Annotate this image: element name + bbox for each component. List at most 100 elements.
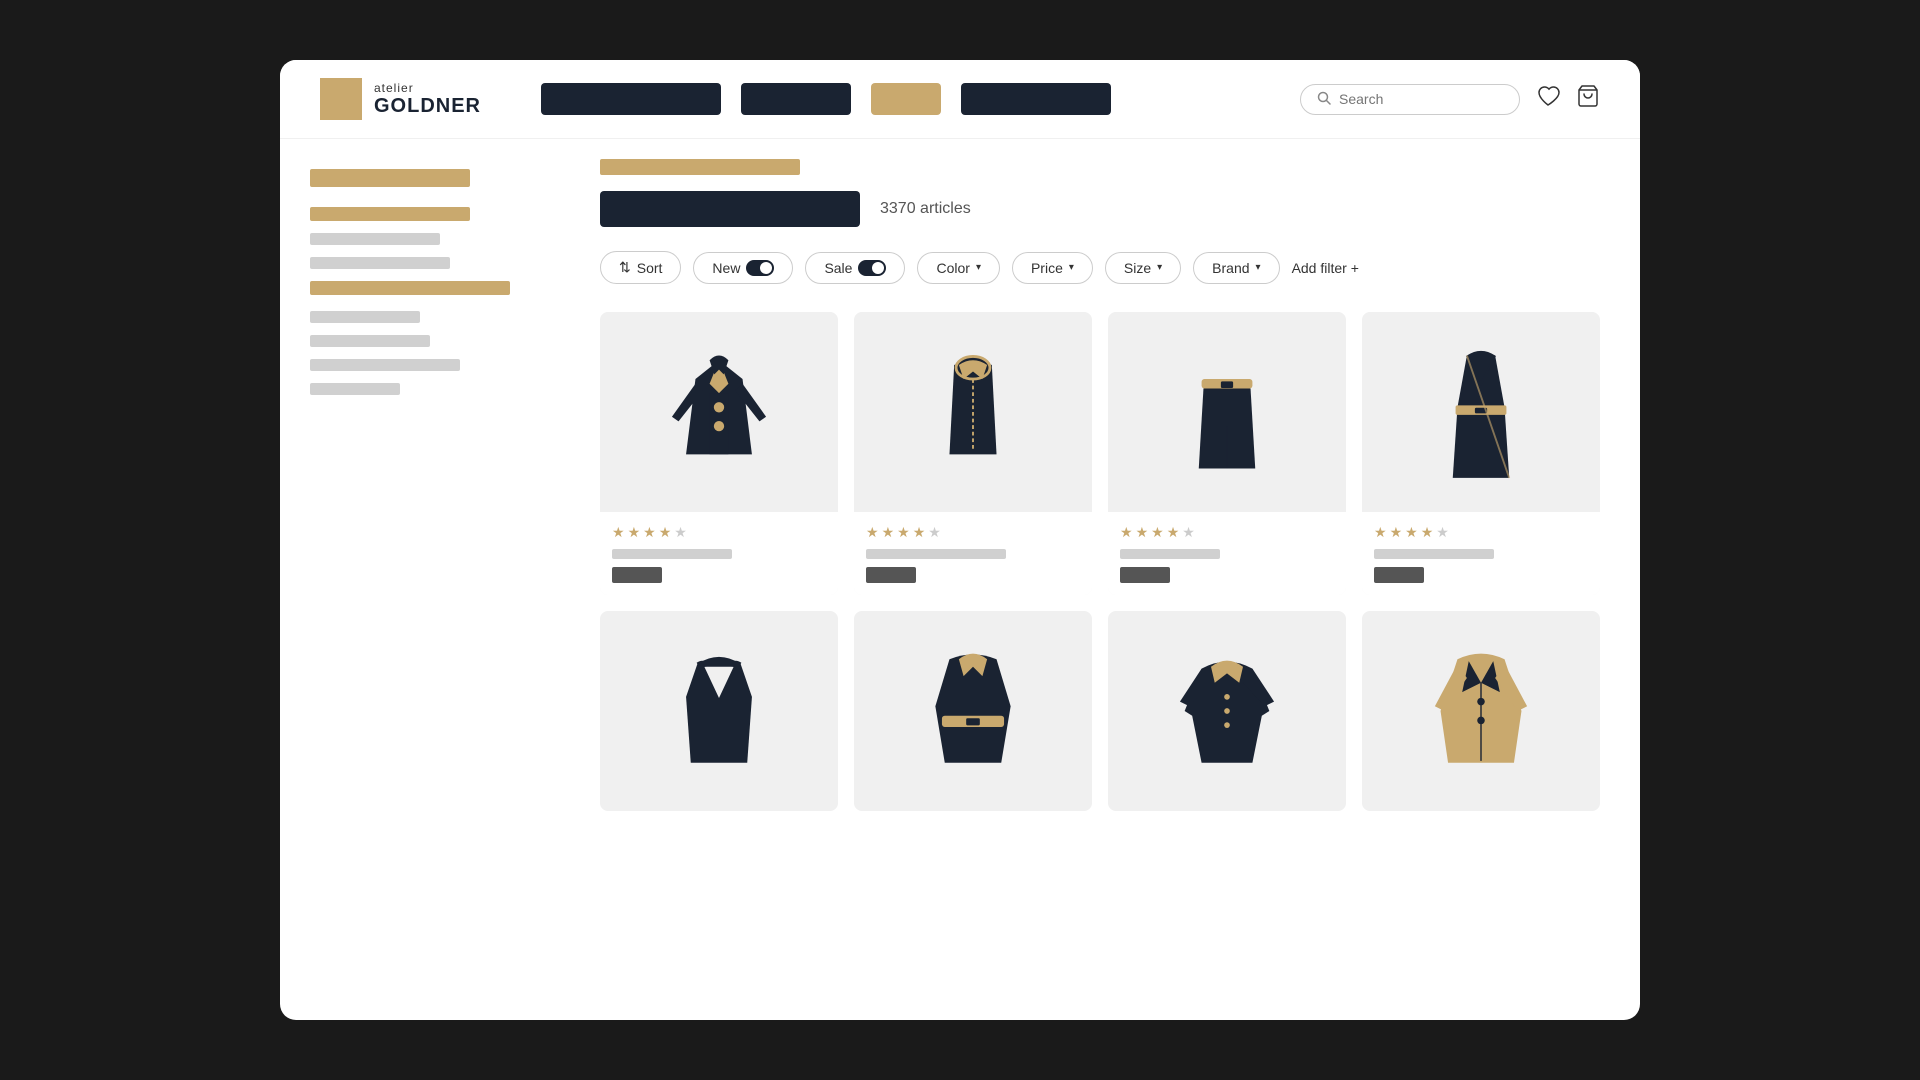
article-count: 3370 articles (880, 200, 971, 218)
product-name-bar-1 (612, 549, 732, 559)
sidebar-title (310, 169, 470, 187)
product-card-7[interactable] (1108, 611, 1346, 811)
add-filter-button[interactable]: Add filter + (1292, 260, 1359, 276)
star-5: ★ (1436, 524, 1449, 541)
product-image-belt-top (854, 611, 1092, 811)
product-image-jacket2 (1362, 611, 1600, 811)
star-3: ★ (643, 524, 656, 541)
sidebar-item-6[interactable] (310, 335, 430, 347)
sale-filter-button[interactable]: Sale (805, 252, 905, 284)
star-5: ★ (1182, 524, 1195, 541)
product-image-vneck (600, 611, 838, 811)
new-toggle[interactable] (746, 260, 774, 276)
product-info-1: ★ ★ ★ ★ ★ (600, 512, 838, 595)
color-label: Color (936, 260, 969, 276)
star-1: ★ (1374, 524, 1387, 541)
product-card-2[interactable]: ★ ★ ★ ★ ★ (854, 312, 1092, 595)
product-price-bar-2 (866, 567, 916, 583)
product-stars-4: ★ ★ ★ ★ ★ (1374, 524, 1588, 541)
product-image-collar (1108, 611, 1346, 811)
wishlist-icon[interactable] (1536, 84, 1560, 114)
nav-item-3[interactable] (871, 83, 941, 115)
page-title (600, 191, 860, 227)
product-image-dress (1362, 312, 1600, 512)
brand-chevron-icon: ▾ (1256, 262, 1261, 273)
brand-label: Brand (1212, 260, 1249, 276)
product-name-bar-2 (866, 549, 1006, 559)
nav-item-4[interactable] (961, 83, 1111, 115)
logo-text: atelier GOLDNER (374, 81, 481, 118)
sidebar-item-7[interactable] (310, 359, 460, 371)
sidebar-item-8[interactable] (310, 383, 400, 395)
product-card-1[interactable]: ★ ★ ★ ★ ★ (600, 312, 838, 595)
star-4: ★ (1167, 524, 1180, 541)
size-label: Size (1124, 260, 1151, 276)
star-3: ★ (1151, 524, 1164, 541)
color-chevron-icon: ▾ (976, 262, 981, 273)
product-card-6[interactable] (854, 611, 1092, 811)
star-3: ★ (1405, 524, 1418, 541)
browser-window: atelier GOLDNER (280, 60, 1640, 1020)
product-image-top (854, 312, 1092, 512)
product-card-3[interactable]: ★ ★ ★ ★ ★ (1108, 312, 1346, 595)
cart-icon[interactable] (1576, 84, 1600, 114)
product-image-blazer (600, 312, 838, 512)
star-5: ★ (928, 524, 941, 541)
search-input[interactable] (1339, 91, 1503, 107)
size-filter-button[interactable]: Size ▾ (1105, 252, 1181, 284)
price-chevron-icon: ▾ (1069, 262, 1074, 273)
sale-label: Sale (824, 260, 852, 276)
price-filter-button[interactable]: Price ▾ (1012, 252, 1093, 284)
product-stars-3: ★ ★ ★ ★ ★ (1120, 524, 1334, 541)
sidebar-item-1[interactable] (310, 207, 470, 221)
product-grid: ★ ★ ★ ★ ★ (600, 312, 1600, 811)
sidebar-item-3[interactable] (310, 257, 450, 269)
search-icon (1317, 91, 1331, 108)
header: atelier GOLDNER (280, 60, 1640, 139)
star-2: ★ (882, 524, 895, 541)
product-price-bar-1 (612, 567, 662, 583)
product-card-4[interactable]: ★ ★ ★ ★ ★ (1362, 312, 1600, 595)
logo-icon (320, 78, 362, 120)
new-label: New (712, 260, 740, 276)
sidebar (280, 139, 560, 1019)
star-2: ★ (1390, 524, 1403, 541)
new-filter-button[interactable]: New (693, 252, 793, 284)
product-name-bar-4 (1374, 549, 1494, 559)
product-price-bar-3 (1120, 567, 1170, 583)
sale-toggle[interactable] (858, 260, 886, 276)
star-2: ★ (628, 524, 641, 541)
search-box[interactable] (1300, 84, 1520, 115)
product-info-2: ★ ★ ★ ★ ★ (854, 512, 1092, 595)
nav-item-1[interactable] (541, 83, 721, 115)
sidebar-item-2[interactable] (310, 233, 440, 245)
main-layout: 3370 articles ⇅ Sort New Sale Color (280, 139, 1640, 1019)
logo-area: atelier GOLDNER (320, 78, 481, 120)
price-label: Price (1031, 260, 1063, 276)
star-2: ★ (1136, 524, 1149, 541)
nav-items (541, 83, 1300, 115)
star-1: ★ (866, 524, 879, 541)
sort-arrows-icon: ⇅ (619, 259, 631, 276)
product-image-skirt (1108, 312, 1346, 512)
product-stars-1: ★ ★ ★ ★ ★ (612, 524, 826, 541)
product-info-4: ★ ★ ★ ★ ★ (1362, 512, 1600, 595)
sidebar-item-4[interactable] (310, 281, 510, 295)
product-price-bar-4 (1374, 567, 1424, 583)
product-card-8[interactable] (1362, 611, 1600, 811)
filters-bar: ⇅ Sort New Sale Color ▾ Price ▾ (600, 251, 1600, 284)
sort-label: Sort (637, 260, 663, 276)
star-4: ★ (659, 524, 672, 541)
sidebar-item-5[interactable] (310, 311, 420, 323)
product-card-5[interactable] (600, 611, 838, 811)
title-row: 3370 articles (600, 191, 1600, 227)
brand-filter-button[interactable]: Brand ▾ (1193, 252, 1279, 284)
color-filter-button[interactable]: Color ▾ (917, 252, 1000, 284)
sort-button[interactable]: ⇅ Sort (600, 251, 681, 284)
size-chevron-icon: ▾ (1157, 262, 1162, 273)
star-4: ★ (913, 524, 926, 541)
logo-brand-name: GOLDNER (374, 95, 481, 118)
add-filter-label: Add filter + (1292, 260, 1359, 276)
nav-item-2[interactable] (741, 83, 851, 115)
star-5: ★ (674, 524, 687, 541)
